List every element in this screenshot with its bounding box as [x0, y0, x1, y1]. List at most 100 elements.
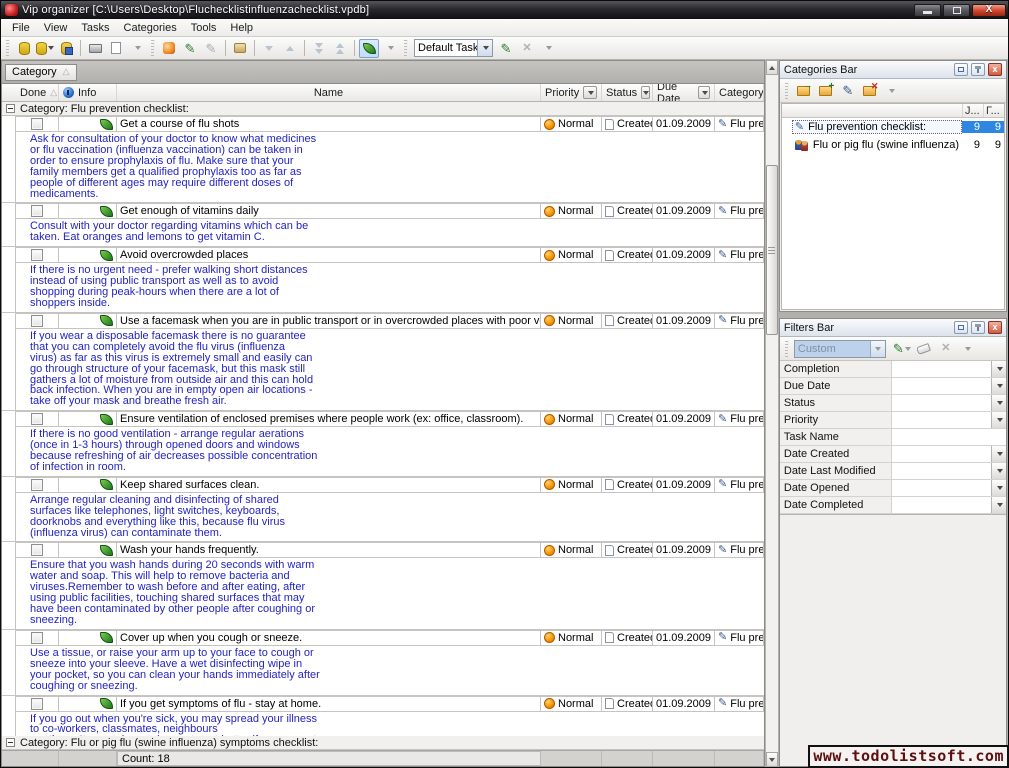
due-date-cell[interactable]: 01.09.2009 — [653, 313, 715, 329]
due-date-cell[interactable]: 01.09.2009 — [653, 477, 715, 493]
filter-value-field[interactable] — [892, 378, 991, 394]
menu-file[interactable]: File — [5, 20, 37, 36]
status-cell[interactable]: Created — [602, 477, 653, 493]
task-name-cell[interactable]: Wash your hands frequently. — [117, 542, 541, 558]
category-tree-item[interactable]: Flu or pig flu (swine influenza) 9 9 — [782, 136, 1004, 154]
status-cell[interactable]: Created — [602, 696, 653, 712]
open-database-button[interactable] — [35, 39, 55, 58]
combobox-dropdown-button[interactable] — [870, 341, 885, 357]
status-cell[interactable]: Created — [602, 313, 653, 329]
status-cell[interactable]: Created — [602, 203, 653, 219]
task-row[interactable]: Cover up when you cough or sneeze. Norma… — [2, 630, 764, 646]
menu-tasks[interactable]: Tasks — [74, 20, 116, 36]
task-row[interactable]: Wash your hands frequently. Normal Creat… — [2, 542, 764, 558]
filter-dropdown-button[interactable] — [991, 463, 1006, 479]
filter-preset-combobox[interactable]: Custom — [794, 340, 886, 358]
close-panel-button[interactable]: x — [988, 63, 1002, 76]
task-done-checkbox[interactable] — [31, 315, 43, 327]
apply-filter-button[interactable]: ✎ — [892, 339, 912, 358]
category-tree-item[interactable]: ✎ Flu prevention checklist: 9 9 — [782, 118, 1004, 136]
task-name-cell[interactable]: Get a course of flu shots — [117, 116, 541, 132]
vertical-scrollbar[interactable] — [765, 60, 778, 767]
task-row[interactable]: Use a facemask when you are in public tr… — [2, 313, 764, 329]
filter-value-field[interactable] — [892, 395, 991, 411]
column-header-category[interactable]: Category△ — [715, 84, 764, 101]
task-done-checkbox[interactable] — [31, 118, 43, 130]
filter-value-field[interactable] — [892, 361, 991, 377]
task-name-cell[interactable]: Ensure ventilation of enclosed premises … — [117, 411, 541, 427]
group-row-flu-prevention[interactable]: Category: Flu prevention checklist: — [2, 102, 764, 116]
category-cell[interactable]: ✎Flu prevention checklist: — [715, 203, 764, 219]
scroll-up-button[interactable] — [766, 60, 778, 75]
complete-task-button[interactable] — [230, 39, 250, 58]
float-panel-button[interactable] — [954, 63, 968, 76]
column-header-priority[interactable]: Priority — [541, 84, 602, 101]
count-column-1-header[interactable]: J... — [962, 104, 983, 117]
task-done-checkbox[interactable] — [31, 544, 43, 556]
task-row[interactable]: If you get symptoms of flu - stay at hom… — [2, 696, 764, 712]
pin-panel-button[interactable] — [971, 321, 985, 334]
column-header-due-date[interactable]: Due Date — [653, 84, 715, 101]
due-date-cell[interactable]: 01.09.2009 — [653, 247, 715, 263]
close-button[interactable]: X — [972, 4, 1006, 17]
column-header-status[interactable]: Status — [602, 84, 653, 101]
task-row[interactable]: Keep shared surfaces clean. Normal Creat… — [2, 477, 764, 493]
categories-overflow-button[interactable] — [882, 81, 902, 100]
category-cell[interactable]: ✎Flu prevention checklist: — [715, 477, 764, 493]
task-name-cell[interactable]: Get enough of vitamins daily — [117, 203, 541, 219]
task-done-checkbox[interactable] — [31, 249, 43, 261]
print-preview-button[interactable] — [106, 39, 126, 58]
task-row[interactable]: Get enough of vitamins daily Normal Crea… — [2, 203, 764, 219]
category-cell[interactable]: ✎Flu prevention checklist: — [715, 411, 764, 427]
filter-dropdown-button[interactable] — [991, 480, 1006, 496]
task-row[interactable]: Ensure ventilation of enclosed premises … — [2, 411, 764, 427]
task-done-checkbox[interactable] — [31, 205, 43, 217]
pin-panel-button[interactable] — [971, 63, 985, 76]
move-up-button[interactable] — [280, 39, 300, 58]
column-header-done[interactable]: Done△ — [16, 84, 59, 101]
minimize-button[interactable] — [914, 4, 941, 17]
menu-tools[interactable]: Tools — [184, 20, 224, 36]
filter-value-field[interactable] — [892, 412, 991, 428]
filter-dropdown-button[interactable] — [991, 361, 1006, 377]
menu-categories[interactable]: Categories — [117, 20, 184, 36]
float-panel-button[interactable] — [954, 321, 968, 334]
due-date-cell[interactable]: 01.09.2009 — [653, 116, 715, 132]
task-row[interactable]: Get a course of flu shots Normal Created… — [2, 116, 764, 132]
move-down-button[interactable] — [259, 39, 279, 58]
new-task-button[interactable] — [159, 39, 179, 58]
print-button[interactable] — [85, 39, 105, 58]
priority-cell[interactable]: Normal — [541, 116, 602, 132]
move-bottom-button[interactable] — [309, 39, 329, 58]
default-task-combobox[interactable]: Default Task — [414, 39, 493, 57]
task-row[interactable]: Avoid overcrowded places Normal Created … — [2, 247, 764, 263]
move-top-button[interactable] — [330, 39, 350, 58]
edit-task-button[interactable]: ✎ — [180, 39, 200, 58]
column-header-info[interactable]: Info — [59, 84, 117, 101]
task-done-checkbox[interactable] — [31, 632, 43, 644]
restore-button[interactable] — [943, 4, 970, 17]
clear-filter-button[interactable] — [914, 339, 934, 358]
add-category-button[interactable] — [794, 81, 814, 100]
filter-value-field[interactable] — [892, 429, 1006, 445]
edit-category-button[interactable]: ✎ — [838, 81, 858, 100]
filter-value-field[interactable] — [892, 480, 991, 496]
priority-filter-button[interactable] — [583, 86, 597, 99]
toolbar-options-button[interactable] — [127, 39, 147, 58]
filter-value-field[interactable] — [892, 497, 991, 513]
status-filter-button[interactable] — [641, 86, 650, 99]
due-date-cell[interactable]: 01.09.2009 — [653, 630, 715, 646]
group-row-swine-flu[interactable]: Category: Flu or pig flu (swine influenz… — [2, 736, 764, 750]
task-name-cell[interactable]: If you get symptoms of flu - stay at hom… — [117, 696, 541, 712]
due-date-filter-button[interactable] — [698, 86, 710, 99]
due-date-cell[interactable]: 01.09.2009 — [653, 696, 715, 712]
menu-help[interactable]: Help — [223, 20, 260, 36]
group-by-category-chip[interactable]: Category △ — [5, 64, 77, 81]
due-date-cell[interactable]: 01.09.2009 — [653, 203, 715, 219]
status-cell[interactable]: Created — [602, 411, 653, 427]
due-date-cell[interactable]: 01.09.2009 — [653, 542, 715, 558]
task-done-checkbox[interactable] — [31, 698, 43, 710]
task-name-cell[interactable]: Avoid overcrowded places — [117, 247, 541, 263]
new-database-button[interactable] — [14, 39, 34, 58]
category-cell[interactable]: ✎Flu prevention checklist: — [715, 313, 764, 329]
